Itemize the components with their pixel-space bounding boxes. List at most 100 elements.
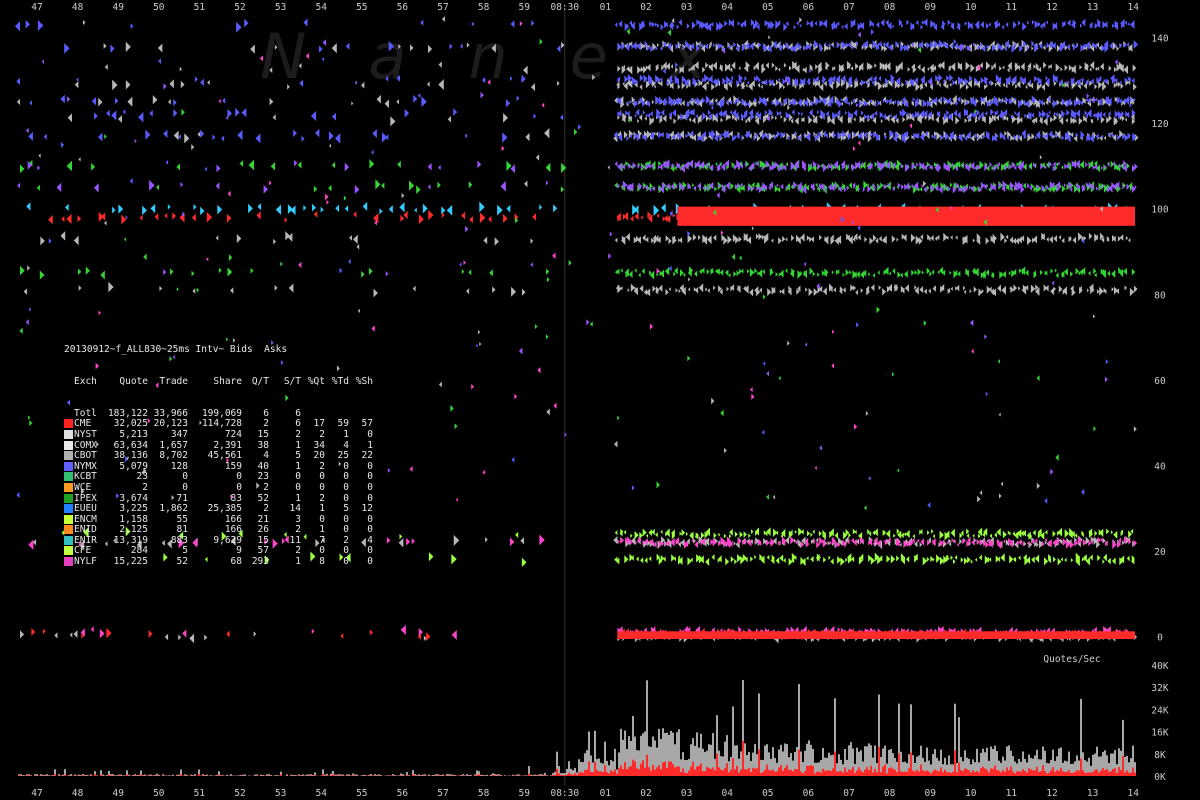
vol-bar-cme <box>598 771 600 776</box>
vol-bar-cme <box>498 775 500 776</box>
vol-bar-cme <box>194 775 196 776</box>
vol-bar-cme <box>566 774 568 776</box>
vol-bar-cme <box>326 775 328 776</box>
vol-bar-cme <box>436 775 438 776</box>
vol-bar-cme <box>478 774 480 776</box>
vol-bar-cme <box>26 775 28 776</box>
vol-bar-cme <box>624 762 626 776</box>
vol-bar-cme <box>622 769 624 776</box>
vol-bar-cme <box>564 775 566 776</box>
vol-bar-cme <box>612 771 614 776</box>
vol-bar-cme <box>100 774 102 776</box>
vol-bar-cme <box>578 772 580 776</box>
vol-bar-cme <box>58 775 60 776</box>
vol-bar-cme <box>560 775 562 776</box>
vol-bar-cme <box>618 768 620 776</box>
vol-bar-cme <box>334 775 336 776</box>
vol-bar-cme <box>322 774 324 776</box>
vol-bar-cme <box>374 775 376 776</box>
vol-bar-cme <box>108 774 110 776</box>
vol-bar-cme <box>330 775 332 776</box>
vol-bar-cme <box>378 775 380 776</box>
vol-bar-cme <box>218 775 220 776</box>
vol-bar-cme <box>406 775 408 776</box>
vol-bar-cme <box>494 775 496 776</box>
vol-bar-cme <box>336 775 338 776</box>
cme-dense-band <box>677 206 1135 226</box>
vol-bar-cme <box>414 775 416 776</box>
vol-bar-cme <box>280 774 282 776</box>
cme-near-zero-band <box>617 631 1135 640</box>
vol-bar-cme <box>346 775 348 776</box>
vol-bar-cme <box>600 771 602 776</box>
vol-bar-cme <box>438 775 440 776</box>
vol-bar-cme <box>630 766 632 776</box>
vol-bar-cme <box>528 773 530 776</box>
vol-bar-cme <box>586 769 588 776</box>
vol-bar-cme <box>314 775 316 776</box>
vol-bar-cme <box>474 775 476 776</box>
vol-bar-cme <box>54 774 56 776</box>
vol-bar-cme <box>28 775 30 776</box>
vol-bar-cme <box>352 775 354 776</box>
vol-bar-cme <box>572 774 574 776</box>
watermark-text: Nanex <box>260 20 769 93</box>
vol-bar-cme <box>568 772 570 776</box>
vol-bar-cme <box>18 775 20 776</box>
vol-bar-cme <box>412 774 414 776</box>
vol-bar-cme <box>604 765 606 776</box>
vol-bar-cme <box>594 761 596 776</box>
vol-bar-cme <box>570 774 572 776</box>
vol-bar-cme <box>112 775 114 776</box>
vol-bar-cme <box>462 775 464 776</box>
vol-bar-cme <box>588 761 590 776</box>
vol-bar-cme <box>544 775 546 776</box>
vol-bar-cme <box>626 769 628 776</box>
vol-bar-cme <box>90 775 92 776</box>
vol-bar-cme <box>156 775 158 776</box>
vol-bar-cme <box>552 775 554 776</box>
vol-bar-cme <box>606 772 608 776</box>
vol-bar-cme <box>628 767 630 776</box>
vol-bar-cme <box>602 771 604 776</box>
vol-bar-cme <box>400 775 402 776</box>
vol-bar-cme <box>180 774 182 776</box>
vol-bar-cme <box>256 775 258 776</box>
vol-bar-cme <box>556 768 558 776</box>
vol-bar-cme <box>94 774 96 776</box>
vol-bar-cme <box>620 765 622 776</box>
vol-bar-cme <box>64 774 66 776</box>
vol-bar-cme <box>614 769 616 776</box>
vol-bar-cme <box>476 774 478 776</box>
vol-bar-cme <box>82 775 84 776</box>
vol-bar-cme <box>392 775 394 776</box>
vol-bar-cme <box>590 771 592 776</box>
vol-bar-cme <box>562 775 564 776</box>
vol-bar-cme <box>162 775 164 776</box>
vol-bar-cme <box>582 772 584 776</box>
vol-bar-cme <box>576 774 578 776</box>
vol-bar-cme <box>610 770 612 776</box>
vol-bar-cme <box>140 774 142 776</box>
vol-bar-cme <box>202 775 204 776</box>
vol-bar-cme <box>584 769 586 776</box>
vol-bar-cme <box>554 774 556 776</box>
vol-bar-cme <box>616 773 618 776</box>
vol-bar-cme <box>558 773 560 776</box>
vol-bar-cme <box>592 772 594 776</box>
vol-bar-cme <box>332 774 334 776</box>
vol-bar-cme <box>632 759 634 776</box>
vol-bar-cme <box>518 775 520 776</box>
vol-bar-cme <box>608 773 610 776</box>
vol-bar-cme <box>126 774 128 776</box>
vol-bar-cme <box>74 775 76 776</box>
vol-bar-cme <box>118 775 120 776</box>
vol-bar-cme <box>596 769 598 776</box>
vol-bar-cme <box>580 772 582 776</box>
vol-bar-cme <box>574 773 576 776</box>
vol-bar-cme <box>298 775 300 776</box>
vol-bar-cme <box>492 775 494 776</box>
vol-bar-cme <box>198 773 200 776</box>
vol-bar-cme <box>338 775 340 776</box>
vol-bar-cme <box>184 775 186 776</box>
